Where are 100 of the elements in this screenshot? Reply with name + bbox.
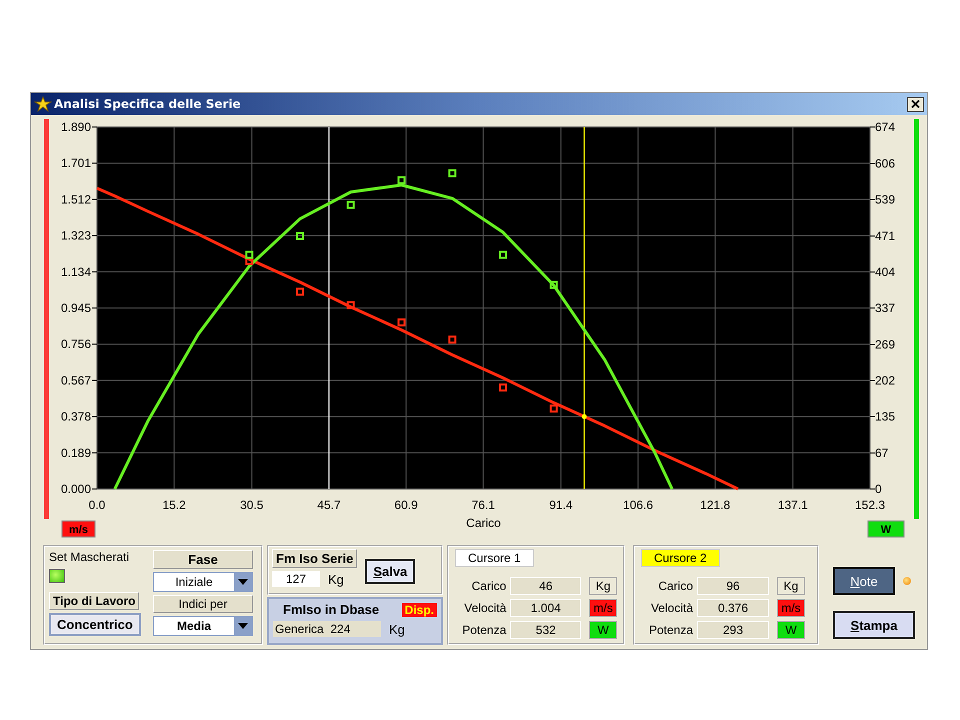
x-tick-label: 30.5 <box>240 498 264 512</box>
y2-tick-label: 0 <box>870 482 882 496</box>
unit-badge: m/s <box>777 599 805 617</box>
y-tick-label: 1.134 <box>60 264 98 279</box>
y2-tick-label: 0 <box>875 482 882 496</box>
y2-tick-label: 202 <box>870 374 896 388</box>
y-tick-label: 0.189 <box>60 446 92 460</box>
unit-badge: m/s <box>589 599 617 617</box>
y-tick-label: 0.000 <box>60 482 92 496</box>
x-tick-label: 0.0 <box>88 498 106 512</box>
y-tick-label: 0.189 <box>60 446 98 460</box>
y2-tick-label: 337 <box>870 301 896 315</box>
y2-tick-label: 606 <box>870 156 896 171</box>
x-tick-label: 91.4 <box>549 498 573 512</box>
unit-label: m/s <box>62 520 96 538</box>
y-tick-label: 1.134 <box>60 264 92 279</box>
cursor-value: 532 <box>510 621 582 639</box>
y2-tick-label: 471 <box>875 229 896 244</box>
y-tick-label: 1.890 <box>60 120 92 134</box>
cursor-value: 96 <box>697 577 769 595</box>
y2-tick-label: 404 <box>875 265 896 280</box>
star-icon <box>34 96 52 112</box>
x-tick-label: 137.1 <box>778 498 808 512</box>
y-tick-label: 0.756 <box>60 337 92 352</box>
y2-tick-label: 337 <box>875 301 896 315</box>
unit-badge: Kg <box>589 577 617 595</box>
x-tick-label: 15.2 <box>162 498 186 512</box>
y2-tick-label: 67 <box>870 446 888 460</box>
fm-iso-serie-field[interactable]: 127 <box>272 571 320 587</box>
x-tick-label: 152.3 <box>854 498 886 512</box>
fase-dropdown[interactable]: Iniziale <box>153 572 253 592</box>
indici-per-label: Indici per <box>153 595 253 613</box>
y2-tick-label: 539 <box>875 192 896 207</box>
cursor-title: Cursore 1 <box>455 549 534 567</box>
salva-button[interactable]: Salva <box>365 559 416 584</box>
y-tick-label: 0.000 <box>60 482 98 496</box>
unit-badge: W <box>777 621 805 639</box>
cursor-value: 46 <box>510 577 582 595</box>
y2-tick-label: 135 <box>870 410 896 424</box>
x-axis-title: Carico <box>466 516 501 530</box>
unit-text: Kg <box>328 572 344 586</box>
close-icon <box>911 100 920 108</box>
y-tick-label: 0.567 <box>60 373 98 388</box>
y2-tick-label: 674 <box>870 120 896 134</box>
y2-tick-label: 674 <box>875 120 896 134</box>
cursor-row-label: Carico <box>657 579 693 593</box>
y2-tick-label: 471 <box>870 229 896 244</box>
stampa-button[interactable]: Stampa <box>833 611 915 639</box>
y-tick-label: 0.378 <box>60 410 98 424</box>
y-tick-label: 0.945 <box>60 301 92 315</box>
cursor-value: 1.004 <box>510 599 582 617</box>
fmiso-dbase-field: Generica 224 <box>273 621 381 637</box>
y-tick-label: 0.756 <box>60 337 98 352</box>
disp-badge: Disp. <box>402 602 437 616</box>
y-tick-label: 1.512 <box>60 192 92 206</box>
x-tick-label: 76.1 <box>472 498 495 512</box>
y-tick-label: 1.323 <box>60 228 98 243</box>
y2-tick-label: 269 <box>875 338 896 352</box>
fmiso-dbase-label: FmIso in Dbase <box>282 602 380 617</box>
fm-iso-serie-label: Fm Iso Serie <box>272 549 358 568</box>
cursor-title: Cursore 2 <box>641 549 720 567</box>
tipo-di-lavoro-value: Concentrico <box>49 613 141 636</box>
y2-tick-label: 606 <box>875 156 896 171</box>
unit-text: Kg <box>389 622 405 636</box>
y-tick-label: 1.701 <box>60 156 98 170</box>
cursor-row-label: Velocità <box>463 601 506 615</box>
x-tick-label: 106.6 <box>623 498 654 512</box>
y2-tick-label: 67 <box>875 446 889 460</box>
y-tick-label: 1.890 <box>60 120 98 134</box>
cursor-value: 293 <box>697 621 769 639</box>
y2-tick-label: 539 <box>870 192 896 206</box>
tipo-di-lavoro-label: Tipo di Lavoro <box>49 592 140 610</box>
y-tick-label: 1.512 <box>60 192 98 206</box>
cursor-value: 0.376 <box>697 599 769 617</box>
y2-tick-label: 404 <box>870 265 896 280</box>
unit-badge: Kg <box>777 577 805 595</box>
y-tick-label: 0.378 <box>60 410 92 424</box>
cursor-row-label: Carico <box>470 579 506 593</box>
y2-tick-label: 202 <box>875 374 896 388</box>
unit-label: W <box>868 520 904 538</box>
indici-per-dropdown[interactable]: Media <box>153 616 253 636</box>
y2-tick-label: 135 <box>875 409 896 424</box>
close-button[interactable] <box>907 96 924 112</box>
y-tick-label: 1.701 <box>60 156 92 170</box>
y-tick-label: 0.945 <box>60 301 98 315</box>
cursor-row-label: Potenza <box>461 623 506 637</box>
cursor-row-label: Potenza <box>648 623 693 637</box>
y2-tick-label: 269 <box>870 338 896 352</box>
x-tick-label: 45.7 <box>317 498 341 512</box>
cursor-point <box>582 414 587 420</box>
unit-badge: W <box>589 621 617 639</box>
set-mascherati-label: Set Mascherati <box>49 550 130 564</box>
x-tick-label: 60.9 <box>394 498 418 512</box>
cursor-row-label: Velocità <box>650 601 693 615</box>
y-tick-label: 1.323 <box>60 228 92 243</box>
x-tick-label: 121.8 <box>700 498 730 512</box>
window-title: Analisi Specifica delle Serie <box>54 97 242 111</box>
note-button[interactable]: Note <box>833 567 895 595</box>
fase-label: Fase <box>153 550 253 569</box>
y-tick-label: 0.567 <box>60 373 92 388</box>
